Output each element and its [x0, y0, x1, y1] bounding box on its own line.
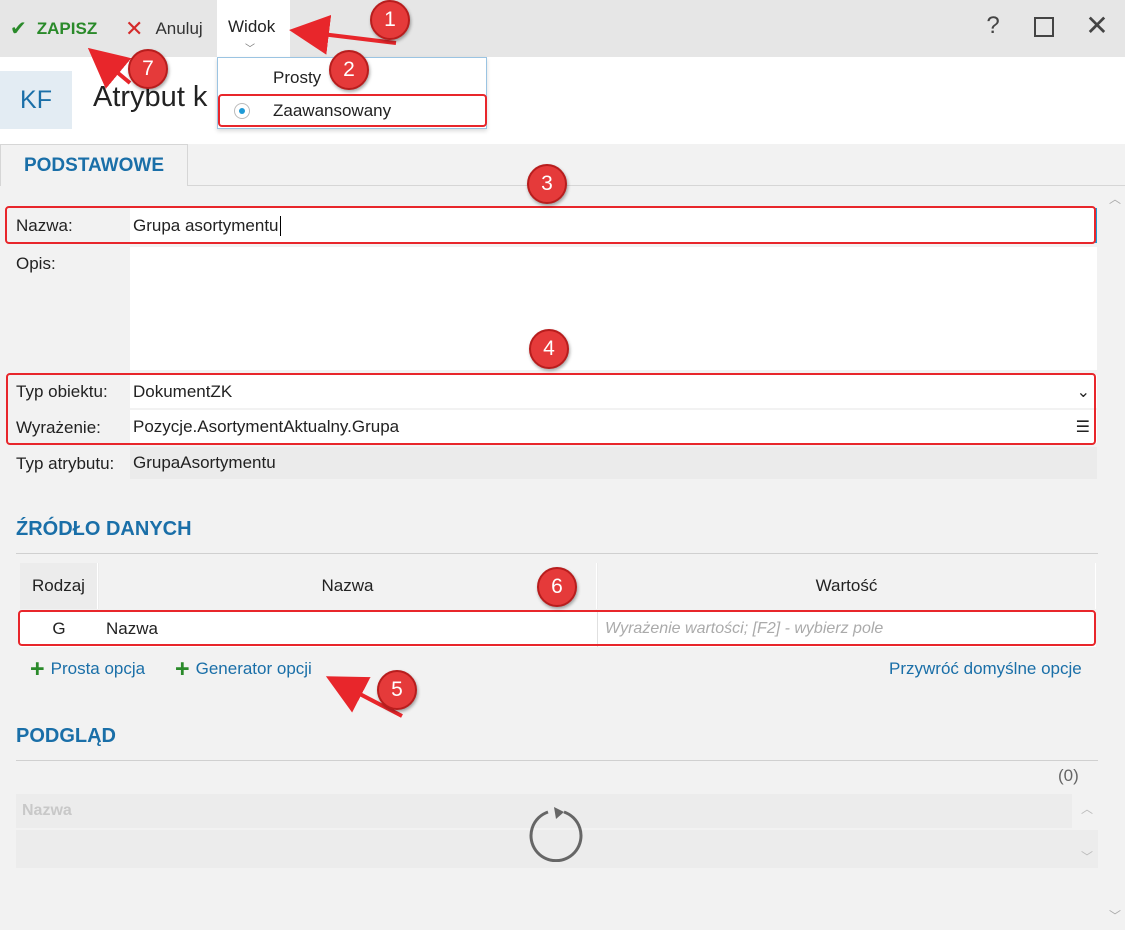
add-option-generator-label: Generator opcji [195, 659, 312, 678]
loading-spinner-icon [529, 807, 583, 862]
annotation-badge-5: 5 [377, 670, 417, 710]
toolbar: ✔ ZAPISZ ✕ Anuluj Widok ﹀ ? ✕ [0, 0, 1125, 57]
column-header-name[interactable]: Nazwa [99, 563, 597, 609]
close-icon: ✕ [1085, 10, 1109, 41]
chevron-down-icon: ﹀ [245, 44, 255, 55]
annotation-badge-3: 3 [527, 164, 567, 204]
save-label: ZAPISZ [36, 18, 98, 38]
close-window-button[interactable]: ✕ [1081, 9, 1113, 42]
description-label: Opis: [16, 254, 56, 273]
cancel-button[interactable]: ✕ Anuluj [125, 0, 203, 57]
question-icon: ? [986, 12, 1000, 39]
add-option-generator-link[interactable]: + Generator opcji [175, 655, 312, 683]
add-simple-option-link[interactable]: + Prosta opcja [30, 655, 146, 683]
restore-default-options-link[interactable]: Przywróć domyślne opcje [889, 659, 1082, 679]
view-menu-button[interactable]: Widok ﹀ [217, 0, 290, 57]
preview-count: (0) [1058, 766, 1079, 785]
annotation-badge-7: 7 [128, 49, 168, 89]
section-divider [16, 760, 1098, 761]
plus-icon: + [30, 655, 45, 683]
maximize-button[interactable] [1028, 12, 1060, 44]
tab-podstawowe[interactable]: PODSTAWOWE [0, 144, 188, 186]
tab-divider [188, 185, 1125, 186]
add-simple-option-label: Prosta opcja [50, 659, 146, 678]
scrollbar-down-icon[interactable]: ﹀ [1109, 907, 1121, 924]
plus-icon: + [175, 655, 190, 683]
cancel-label: Anuluj [155, 18, 203, 38]
highlight-box-row [18, 610, 1096, 646]
save-button[interactable]: ✔ ZAPISZ [10, 0, 97, 57]
highlight-box-type-expression [6, 373, 1096, 445]
attribute-type-label: Typ atrybutu: [16, 454, 115, 473]
scrollbar-up-icon[interactable]: ︿ [1109, 190, 1121, 207]
scroll-down-icon[interactable]: ﹀ [1081, 848, 1093, 865]
highlight-box-advanced [218, 94, 487, 127]
view-label: Widok [228, 17, 276, 36]
attribute-type-value: GrupaAsortymentu [133, 453, 276, 472]
highlight-box-name [5, 206, 1096, 244]
annotation-badge-4: 4 [529, 329, 569, 369]
help-button[interactable]: ? [977, 12, 1009, 40]
close-x-icon: ✕ [125, 15, 144, 41]
view-option-label: Prosty [273, 68, 322, 87]
column-header-kind[interactable]: Rodzaj [20, 563, 98, 609]
page-header: KF Atrybut k [0, 57, 1125, 144]
preview-heading: PODGLĄD [16, 725, 116, 747]
annotation-badge-1: 1 [370, 0, 410, 40]
checkmark-icon: ✔ [10, 18, 27, 40]
maximize-icon [1034, 17, 1054, 37]
annotation-badge-6: 6 [537, 567, 577, 607]
description-textarea[interactable] [130, 247, 1097, 370]
annotation-badge-2: 2 [329, 50, 369, 90]
module-badge: KF [0, 71, 72, 129]
section-divider [16, 553, 1098, 554]
scroll-up-icon[interactable]: ︿ [1081, 800, 1093, 817]
column-header-value[interactable]: Wartość [598, 563, 1096, 609]
attribute-type-field: GrupaAsortymentu [130, 447, 1097, 479]
data-source-heading: ŹRÓDŁO DANYCH [16, 518, 192, 540]
